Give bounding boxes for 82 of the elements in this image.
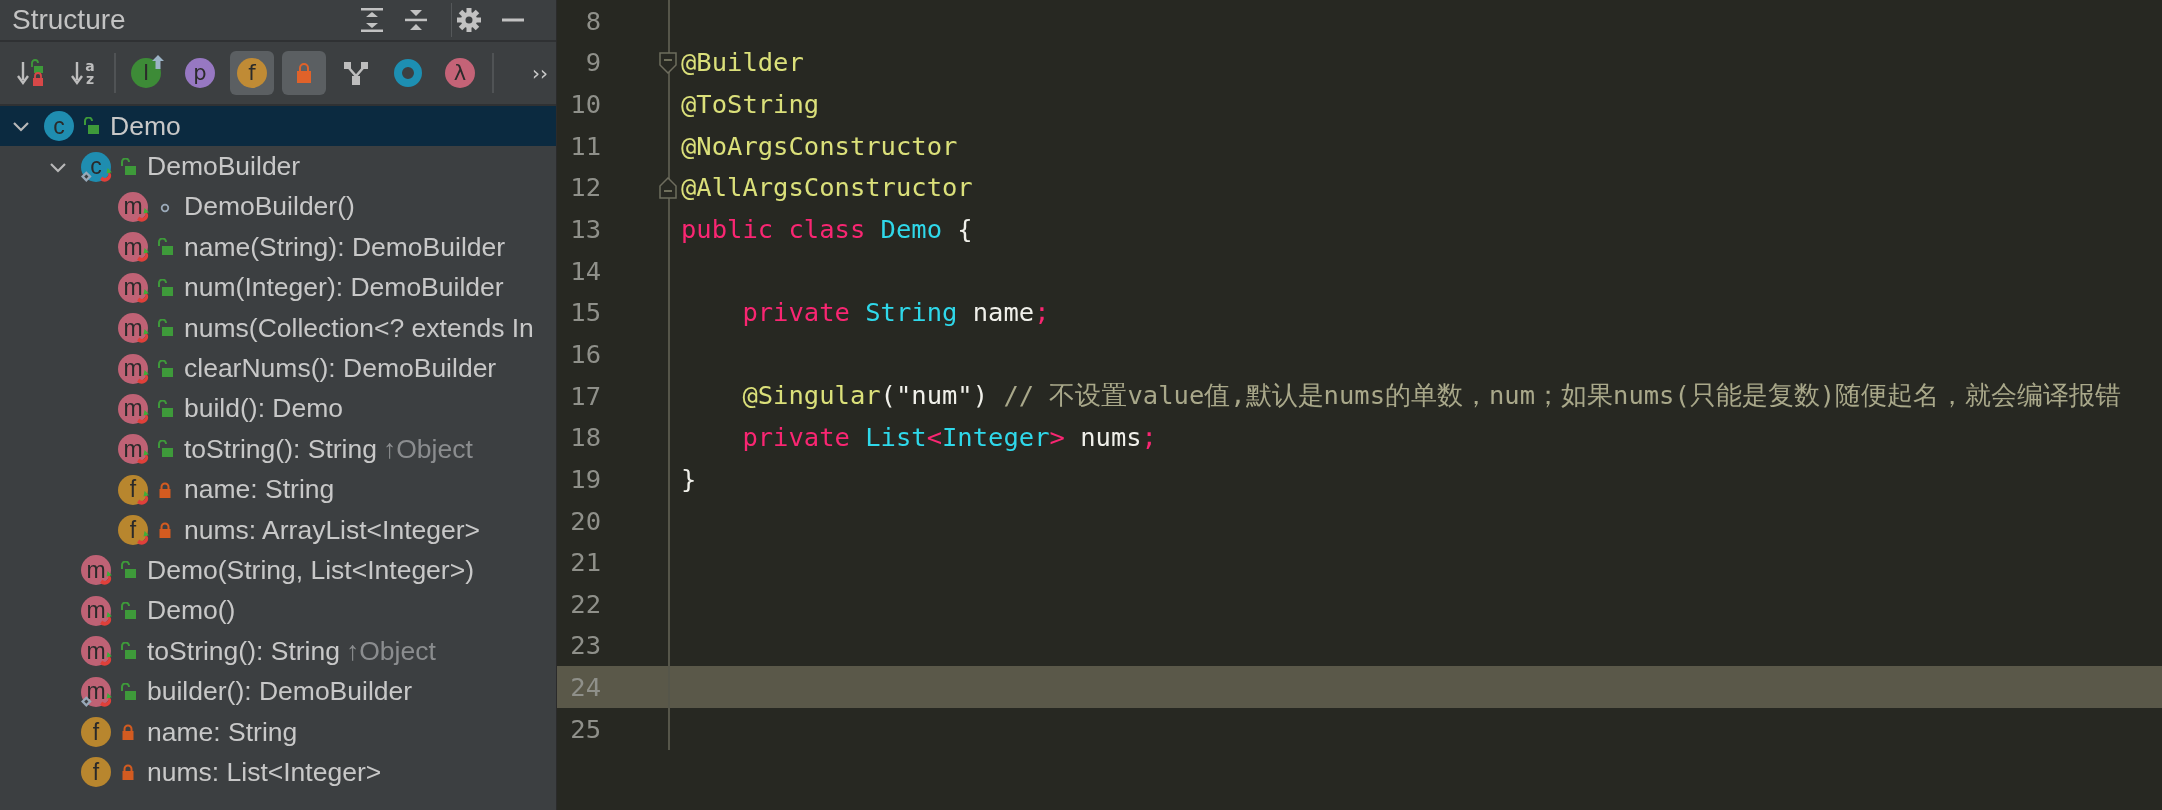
properties-button[interactable]: p [178, 51, 222, 95]
settings-icon[interactable] [456, 7, 482, 33]
code-line: @Builder [680, 47, 804, 78]
ring-icon [393, 58, 423, 88]
tree-item[interactable]: m builder(): DemoBuilder [0, 671, 556, 712]
tree-item[interactable]: m Demo() [0, 590, 556, 632]
line-number: 14 [569, 255, 601, 286]
line-number: 17 [569, 380, 601, 411]
line-number: 16 [569, 338, 601, 369]
tree-item[interactable]: m nums(Collection<? extends In [0, 307, 556, 349]
line-number: 23 [569, 630, 601, 661]
line-number: 15 [569, 297, 601, 328]
line-number: 9 [584, 47, 601, 78]
inherited-hint: ↑Object [345, 635, 436, 667]
up-arrow-icon [151, 54, 165, 70]
inherited-button[interactable]: I [126, 51, 170, 95]
tree-item[interactable]: f name: String [0, 469, 556, 510]
tree-item[interactable]: m build(): Demo [0, 388, 556, 430]
tree-item[interactable]: f name: String [0, 711, 556, 753]
sort-alpha-button[interactable]: az [60, 51, 104, 95]
item-label: name(String): DemoBuilder [184, 231, 506, 263]
item-label: nums: List<Integer> [147, 756, 382, 788]
item-label: builder(): DemoBuilder [147, 676, 413, 708]
item-label: Demo [110, 110, 181, 142]
item-label: toString(): String [147, 635, 340, 667]
sort-by-visibility-icon [15, 58, 45, 88]
code-line: @Singular("num") // 不设置value值,默认是nums的单数，num；如果nums(只能是复数)随便起名，就会编译报错 [741, 379, 2122, 413]
item-label: DemoBuilder [147, 151, 301, 183]
more-button[interactable]: ›› [504, 51, 548, 95]
item-label: num(Integer): DemoBuilder [184, 272, 504, 304]
line-number: 24 [569, 672, 601, 703]
code-line: public class Demo { [680, 214, 973, 244]
sort-letters: az [85, 60, 95, 86]
item-label: DemoBuilder() [184, 191, 355, 223]
item-label: build(): Demo [184, 393, 344, 425]
item-label: name: String [147, 716, 298, 748]
item-label: nums(Collection<? extends In [184, 312, 534, 344]
line-number: 22 [569, 588, 601, 619]
tree-item[interactable]: m Demo(String, List<Integer>) [0, 550, 556, 591]
fold-marker-icon[interactable] [659, 51, 679, 74]
fields-button[interactable]: f [230, 51, 274, 95]
tree-item[interactable]: m toString(): String ↑Object [0, 429, 556, 470]
code-line: @ToString [680, 89, 820, 120]
code-line: private List<Integer> nums; [741, 422, 1157, 453]
tree-item[interactable]: m toString(): String ↑Object [0, 631, 556, 672]
lock-icon [294, 62, 314, 84]
line-number: 20 [569, 505, 601, 536]
inherited-icon: I [131, 58, 161, 88]
line-number: 19 [569, 463, 601, 494]
item-label: Demo(String, List<Integer>) [147, 555, 474, 586]
fork-icon [343, 60, 369, 86]
tree-item[interactable]: c Demo [0, 106, 556, 147]
fold-marker-icon[interactable] [659, 176, 679, 199]
lambdas-button[interactable]: λ [438, 51, 482, 95]
collapse-all-icon[interactable] [403, 7, 429, 33]
expand-all-icon[interactable] [359, 7, 385, 33]
item-label: nums: ArrayList<Integer> [184, 514, 481, 546]
line-number: 8 [584, 5, 601, 36]
line-number: 25 [569, 713, 601, 744]
line-number: 18 [569, 422, 601, 453]
tree-item[interactable]: f nums: List<Integer> [0, 752, 556, 793]
item-label: toString(): String [184, 433, 377, 465]
tree-item[interactable]: m name(String): DemoBuilder [0, 227, 556, 268]
line-number: 13 [569, 214, 601, 244]
tree-item[interactable]: m clearNums(): DemoBuilder [0, 348, 556, 389]
tree-item[interactable]: f nums: ArrayList<Integer> [0, 509, 556, 551]
code-line: @NoArgsConstructor [680, 130, 958, 161]
tree-item[interactable]: m num(Integer): DemoBuilder [0, 267, 556, 308]
tree-item[interactable]: c DemoBuilder [0, 146, 556, 187]
line-number: 12 [569, 172, 601, 203]
inherited-hint: ↑Object [382, 433, 473, 465]
code-line: private String name; [741, 297, 1050, 328]
code-line: } [680, 463, 697, 494]
item-label: clearNums(): DemoBuilder [184, 353, 497, 385]
code-line: @AllArgsConstructor [680, 172, 973, 203]
line-number: 10 [569, 89, 601, 120]
panel-title: Structure [12, 4, 127, 36]
line-number: 21 [569, 547, 601, 578]
item-label: name: String [184, 474, 335, 506]
item-label: Demo() [147, 595, 236, 627]
tree-item[interactable]: m DemoBuilder() [0, 186, 556, 228]
line-number: 11 [569, 130, 601, 161]
